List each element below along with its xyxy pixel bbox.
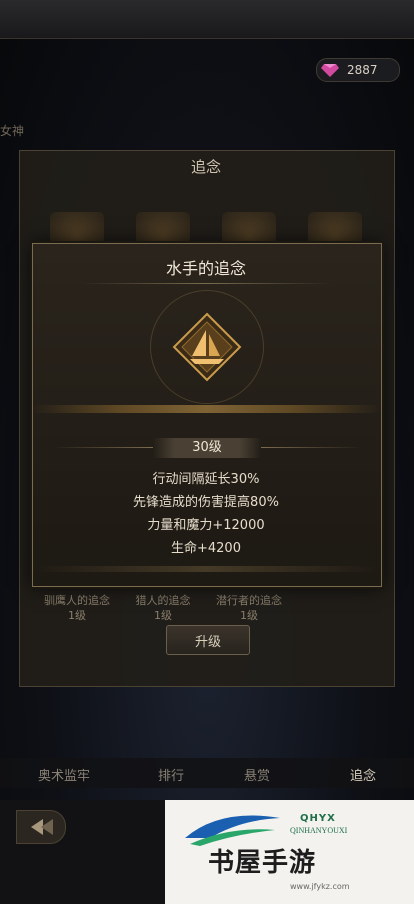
item-label[interactable]: 驯鹰人的追念 1级 (37, 593, 117, 623)
stat-line: 行动间隔延长30% (152, 472, 260, 487)
watermark-url: www.jfykz.com (290, 882, 350, 891)
watermark-title: 书屋手游 (208, 848, 317, 878)
top-bar (0, 0, 414, 39)
item-name: 猎人的追念 (135, 594, 191, 607)
gem-icon (321, 64, 339, 77)
item-level: 1级 (68, 609, 86, 622)
item-name: 潜行者的追念 (216, 594, 282, 607)
item-label[interactable]: 潜行者的追念 1级 (209, 593, 289, 623)
currency-display[interactable]: 2887 (316, 58, 400, 82)
tab-ranking[interactable]: 排行 (158, 765, 184, 784)
item-level: 1级 (240, 609, 258, 622)
sailboat-emblem-icon (172, 312, 242, 382)
modal-title: 水手的追念 (165, 259, 246, 278)
watermark-sub: QINHANYOUXI (290, 826, 348, 835)
currency-value: 2887 (347, 63, 378, 77)
panel-title: 追念 (190, 158, 221, 176)
level-divider-right (261, 447, 361, 448)
watermark-brand: QHYX (300, 813, 336, 824)
upgrade-button[interactable]: 升级 (166, 625, 250, 655)
tab-bounty[interactable]: 悬赏 (244, 765, 270, 784)
item-label[interactable]: 猎人的追念 1级 (123, 593, 203, 623)
level-badge: 30级 (153, 438, 261, 458)
stat-line: 先锋造成的伤害提高80% (133, 495, 279, 510)
level-value: 30级 (192, 440, 222, 455)
stat-line: 生命+4200 (171, 541, 241, 556)
item-name: 驯鹰人的追念 (44, 594, 110, 607)
level-divider-left (53, 447, 153, 448)
tab-remembrance[interactable]: 追念 (350, 765, 376, 784)
title-divider (80, 283, 332, 284)
tab-arcane-prison[interactable]: 奥术监牢 (38, 765, 90, 784)
background-side-text: 女神 (0, 124, 25, 138)
back-button[interactable] (16, 810, 66, 844)
back-arrow-icon (31, 819, 53, 835)
stat-line: 力量和魔力+12000 (147, 518, 265, 533)
modal-bottom-band (32, 566, 380, 572)
glow-band (32, 405, 380, 413)
item-level: 1级 (154, 609, 172, 622)
